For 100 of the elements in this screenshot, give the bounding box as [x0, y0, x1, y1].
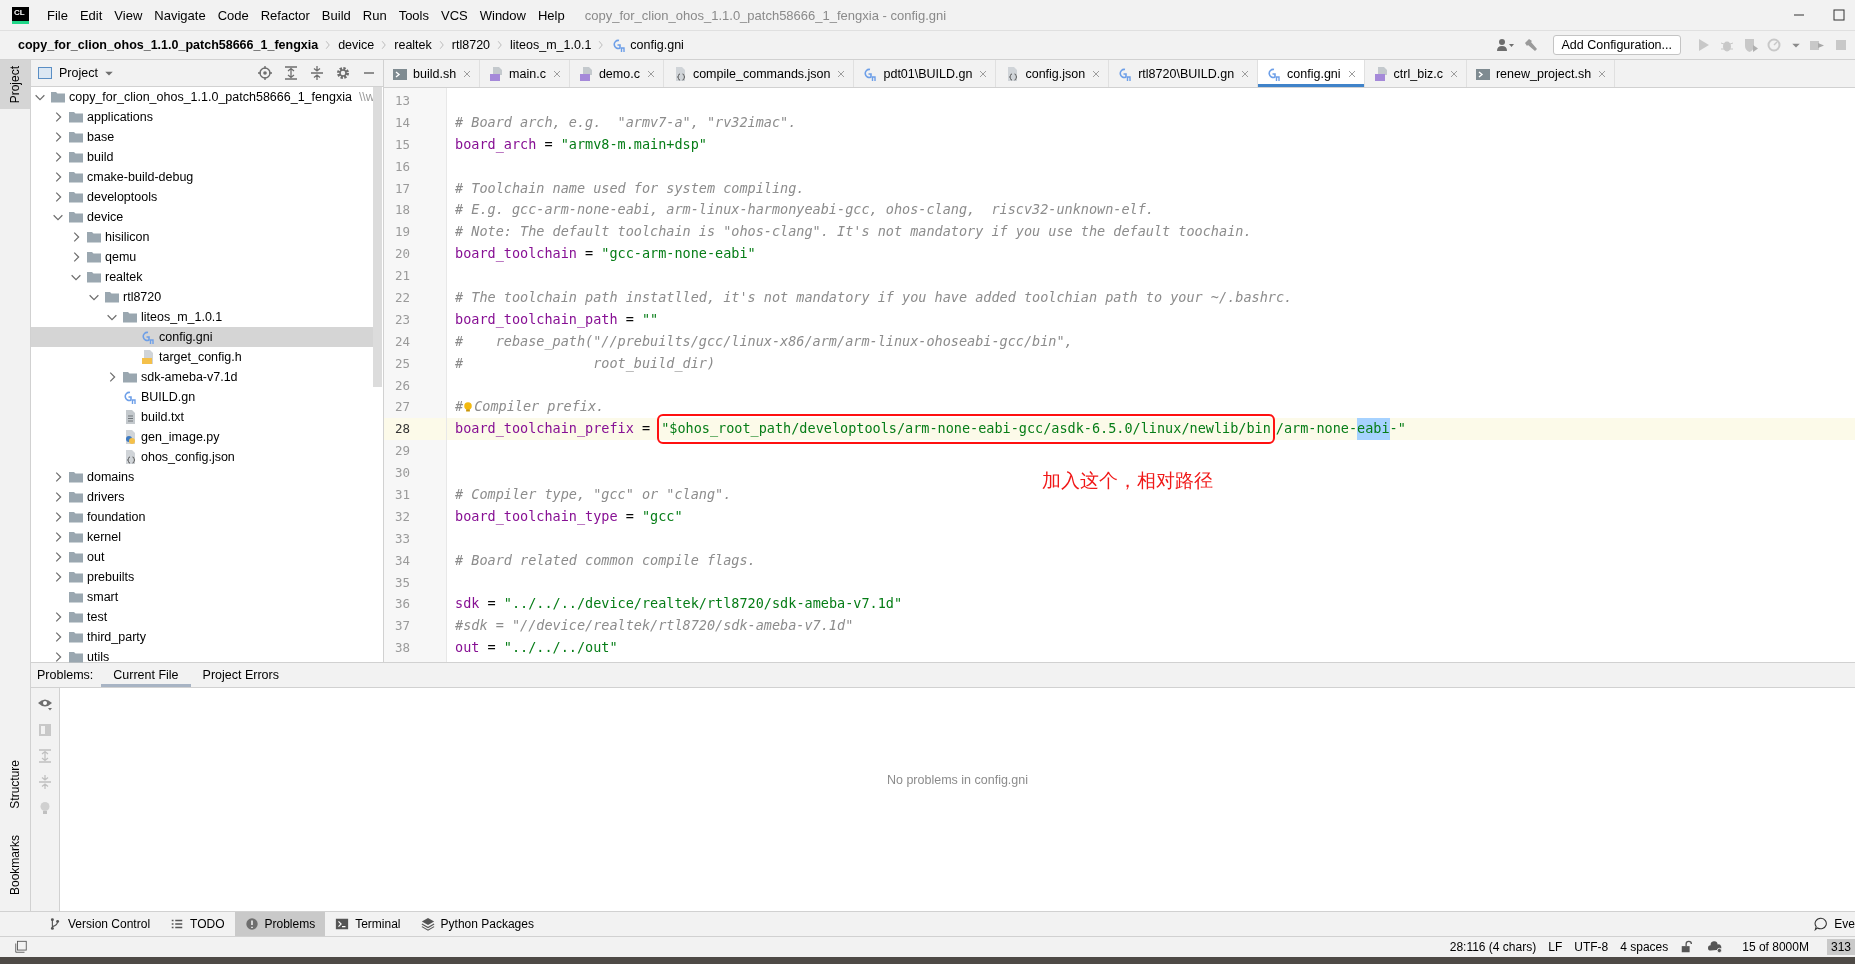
tree-item[interactable]: rtl8720: [31, 287, 373, 307]
lightbulb-icon[interactable]: [462, 400, 475, 415]
side-tab[interactable]: Bookmarks: [0, 828, 30, 901]
tool-window-button[interactable]: Terminal: [325, 912, 411, 936]
tree-item[interactable]: domains: [31, 467, 373, 487]
menu-item[interactable]: Edit: [73, 7, 109, 23]
code-token: "gcc": [641, 506, 683, 526]
tree-item[interactable]: build: [31, 147, 373, 167]
tree-item[interactable]: build.txt: [31, 407, 373, 427]
menu-item[interactable]: Tools: [392, 7, 435, 23]
hammer-icon[interactable]: [1522, 37, 1539, 53]
tool-window-button[interactable]: Version Control: [38, 912, 161, 936]
status-item[interactable]: 4 spaces: [1620, 940, 1669, 954]
editor-tab[interactable]: config.json: [996, 60, 1110, 87]
maximize-icon[interactable]: [1831, 7, 1847, 23]
editor-tab[interactable]: pdt01\BUILD.gn: [854, 60, 997, 87]
folder-icon: [122, 309, 138, 325]
tree-item[interactable]: smart: [31, 587, 373, 607]
tree-item[interactable]: cmake-build-debug: [31, 167, 373, 187]
collapse-all-icon[interactable]: [309, 65, 325, 81]
c-file-icon: [577, 65, 594, 82]
tree-item[interactable]: kernel: [31, 527, 373, 547]
tree-item[interactable]: ohos_config.json: [31, 447, 373, 467]
status-counter[interactable]: 313: [1826, 939, 1855, 955]
editor-tab[interactable]: demo.c: [569, 60, 664, 87]
tree-item[interactable]: hisilicon: [31, 227, 373, 247]
breadcrumb-item[interactable]: copy_for_clion_ohos_1.1.0_patch58666_1_fengxia: [18, 38, 319, 52]
line-number: 37: [393, 617, 411, 636]
line-number: 36: [393, 595, 411, 614]
tool-window-button[interactable]: Problems: [234, 912, 326, 936]
scrollbar[interactable]: [373, 87, 382, 387]
line-number: 24: [393, 332, 411, 351]
tree-item[interactable]: foundation: [31, 507, 373, 527]
code-token: board_toolchain_type: [455, 506, 618, 527]
info-icon: [244, 917, 259, 931]
tool-window-button[interactable]: TODO: [160, 912, 235, 936]
menu-item[interactable]: View: [108, 7, 149, 23]
editor-tab[interactable]: renew_project.sh: [1466, 60, 1616, 87]
locate-icon[interactable]: [257, 65, 273, 81]
code-token: =: [640, 419, 652, 439]
editor-tab[interactable]: build.sh: [384, 60, 481, 87]
status-item[interactable]: UTF-8: [1574, 940, 1609, 954]
status-item[interactable]: LF: [1548, 940, 1563, 954]
tree-item[interactable]: base: [31, 127, 373, 147]
menu-item[interactable]: Refactor: [254, 7, 316, 23]
tree-item[interactable]: BUILD.gn: [31, 387, 373, 407]
menu-item[interactable]: Help: [531, 7, 571, 23]
tree-item[interactable]: developtools: [31, 187, 373, 207]
side-tab[interactable]: Project: [0, 60, 30, 110]
code-comment: # Board arch, e.g. "armv7-a", "rv32imac".: [455, 112, 797, 132]
menu-item[interactable]: File: [41, 7, 74, 23]
menu-item[interactable]: VCS: [435, 7, 474, 23]
panel-toggle-icon[interactable]: [14, 940, 28, 954]
menu-item[interactable]: Window: [473, 7, 532, 23]
tree-item[interactable]: test: [31, 607, 373, 627]
tree-item[interactable]: config.gni: [31, 327, 373, 347]
c-file-icon: [1372, 65, 1389, 82]
event-log-button[interactable]: Eve: [1804, 912, 1855, 936]
cloud-icon[interactable]: [1706, 940, 1725, 954]
menu-item[interactable]: Build: [315, 7, 357, 23]
status-item[interactable]: 28:116 (4 chars): [1449, 940, 1537, 954]
side-tab[interactable]: Structure: [0, 754, 30, 815]
gn-file-icon: [122, 389, 138, 405]
tree-item[interactable]: sdk-ameba-v7.1d: [31, 367, 373, 387]
tree-item[interactable]: qemu: [31, 247, 373, 267]
menu-item[interactable]: Navigate: [148, 7, 212, 23]
tree-item[interactable]: gen_image.py: [31, 427, 373, 447]
tree-item[interactable]: device: [31, 207, 373, 227]
editor-tab[interactable]: ctrl_biz.c: [1364, 60, 1467, 87]
breadcrumb-item[interactable]: liteos_m_1.0.1: [510, 38, 592, 52]
editor-tab[interactable]: config.gni: [1258, 60, 1365, 87]
code-token: =: [543, 134, 554, 154]
tree-item[interactable]: target_config.h: [31, 347, 373, 367]
menu-item[interactable]: Code: [211, 7, 255, 23]
settings-icon[interactable]: [335, 65, 351, 81]
memory-indicator[interactable]: 15 of 8000M: [1736, 940, 1815, 954]
line-number: 22: [393, 289, 411, 307]
editor-tab[interactable]: compile_commands.json: [663, 60, 855, 87]
unlock-icon[interactable]: [1680, 940, 1695, 954]
tree-item[interactable]: realtek: [31, 267, 373, 287]
expand-all-icon[interactable]: [283, 65, 299, 81]
breadcrumb-item[interactable]: rtl8720: [451, 38, 491, 52]
breadcrumb-item[interactable]: device: [338, 38, 375, 52]
tree-item[interactable]: liteos_m_1.0.1: [31, 307, 373, 327]
folder-icon: [68, 149, 84, 165]
breadcrumb-item[interactable]: config.gni: [611, 37, 684, 53]
menu-item[interactable]: Run: [356, 7, 393, 23]
tree-item[interactable]: out: [31, 547, 373, 567]
tree-item[interactable]: applications: [31, 107, 373, 127]
folder-icon: [86, 269, 102, 285]
editor-tab[interactable]: main.c: [480, 60, 570, 87]
line-number: 23: [393, 310, 411, 329]
add-configuration-button[interactable]: Add Configuration...: [1552, 35, 1681, 55]
tool-window-button[interactable]: Python Packages: [410, 912, 544, 936]
tree-item[interactable]: prebuilts: [31, 567, 373, 587]
breadcrumb-item[interactable]: realtek: [394, 38, 432, 52]
code-comment: # rebase_path("//prebuilts/gcc/linux-x86/arm/arm-linux-ohoseabi-gcc/bin",: [455, 331, 1073, 352]
project-view-selector[interactable]: Project: [37, 65, 114, 81]
tree-item[interactable]: third_party: [31, 627, 373, 647]
tree-item[interactable]: drivers: [31, 487, 373, 507]
